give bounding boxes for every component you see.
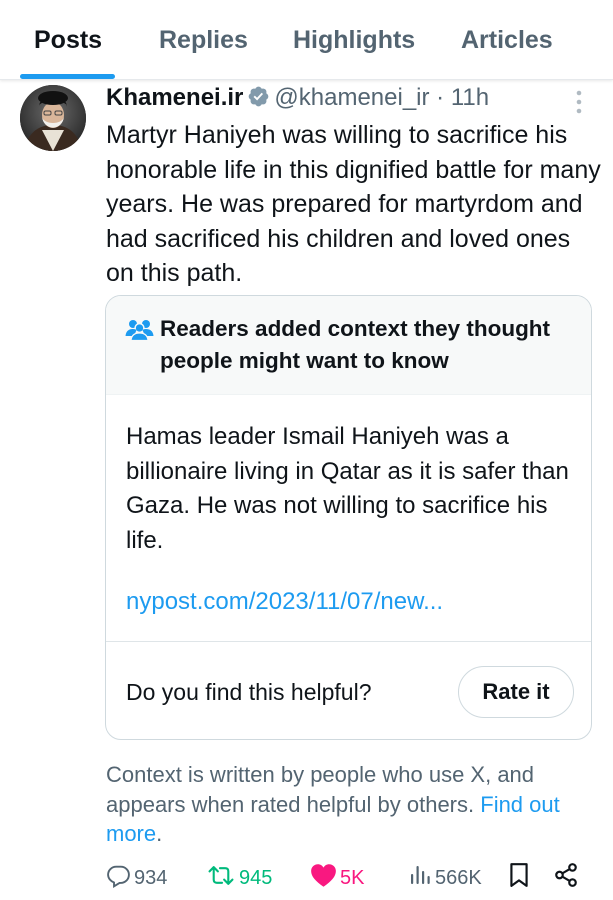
context-period: . [156,821,163,846]
tab-posts[interactable]: Posts [34,26,102,55]
community-note-body: Hamas leader Ismail Haniyeh was a billio… [126,423,569,554]
post-header: Khamenei.ir @khamenei_ir · 11h [106,84,489,114]
rate-it-button[interactable]: Rate it [458,666,574,718]
avatar-portrait-icon [20,85,86,151]
tab-articles[interactable]: Articles [461,26,553,55]
tab-replies[interactable]: Replies [159,26,248,55]
community-note-title: Readers added context they thought peopl… [160,316,551,373]
share-icon [553,862,582,894]
divider [106,641,591,642]
context-explainer: Context is written by people who use X, … [106,760,601,849]
context-explainer-text: Context is written by people who use X, … [106,762,535,817]
bookmark-button[interactable] [508,862,533,894]
community-note-source-link[interactable]: nypost.com/2023/11/07/new... [126,588,443,616]
active-tab-indicator [20,74,115,79]
like-button[interactable]: 5K [310,862,364,894]
views-count: 566K [435,866,482,889]
profile-tabs: Posts Replies Highlights Articles [0,0,613,80]
like-count: 5K [340,866,365,889]
people-icon [125,319,154,346]
tab-highlights[interactable]: Highlights [293,26,415,55]
views-button[interactable]: 566K [408,862,482,894]
reply-count: 934 [134,866,168,889]
views-icon [408,863,435,893]
community-note-card: Readers added context they thought peopl… [105,295,592,740]
more-options-icon[interactable] [572,88,586,116]
post-text: Martyr Haniyeh was willing to sacrifice … [106,121,601,287]
like-icon [310,863,340,894]
share-button[interactable] [553,862,582,894]
helpful-question: Do you find this helpful? [126,679,372,705]
repost-icon [206,863,239,894]
action-bar: 934 945 5K 566K [0,858,613,898]
bookmark-icon [508,862,533,894]
repost-count: 945 [239,866,273,889]
reply-icon [106,863,134,894]
verified-badge-icon [247,85,270,115]
author-name[interactable]: Khamenei.ir [106,84,243,111]
avatar[interactable] [20,85,86,151]
repost-button[interactable]: 945 [206,862,272,894]
handle-and-timestamp: @khamenei_ir · 11h [274,84,490,111]
reply-button[interactable]: 934 [106,862,167,894]
community-note-header: Readers added context they thought peopl… [106,296,591,395]
